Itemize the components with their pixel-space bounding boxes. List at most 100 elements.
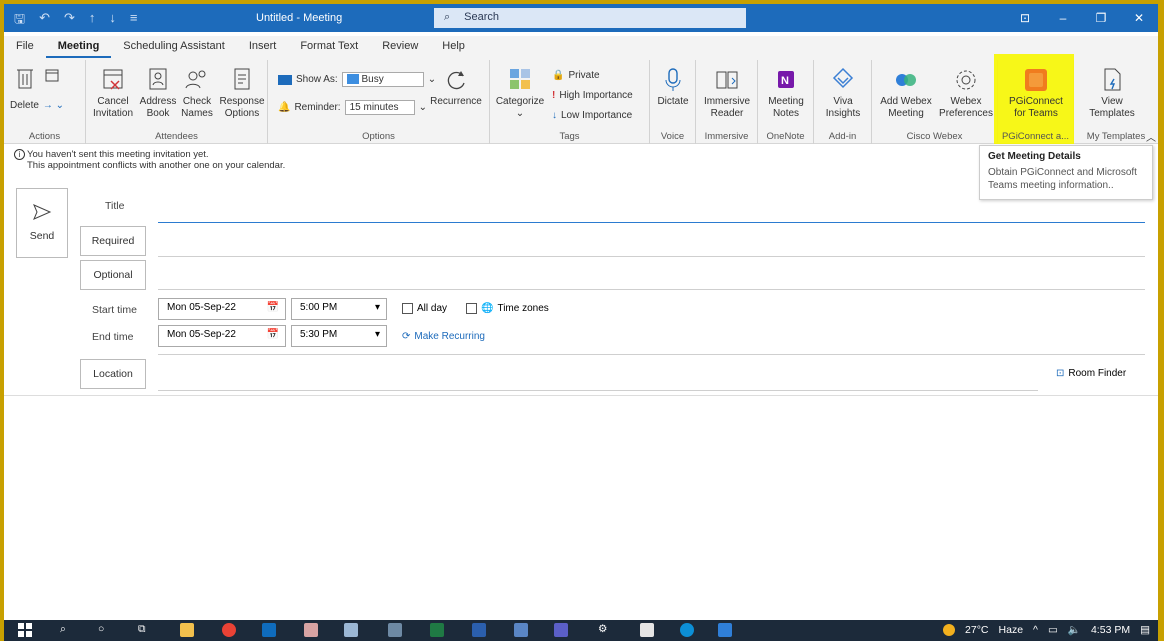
chevron-down-icon[interactable]: ▾ [375,329,380,340]
send-button[interactable]: Send [16,188,68,258]
customize-qat-icon[interactable]: ≡ [130,10,138,32]
tab-review[interactable]: Review [370,36,430,58]
make-recurring-link[interactable]: ⟳ Make Recurring [402,331,485,342]
required-button[interactable]: Required [80,226,146,256]
high-importance-button[interactable]: ! High Importance [552,90,633,101]
location-button[interactable]: Location [80,359,146,389]
high-importance-label: High Importance [559,90,633,101]
weather-condition[interactable]: Haze [999,624,1024,636]
redo-icon[interactable]: ↷ [64,10,75,32]
time-zones-toggle[interactable]: 🌐 Time zones [466,303,549,314]
notepad-icon[interactable] [640,623,654,637]
title-input[interactable] [158,222,1145,223]
edge-icon[interactable] [680,623,694,637]
tab-scheduling-assistant[interactable]: Scheduling Assistant [111,36,237,58]
snipping-tool-icon[interactable] [344,623,358,637]
room-finder-button[interactable]: ⊡ Room Finder [1056,368,1126,379]
group-cisco-webex: Add Webex Meeting Webex Preferences Cisc… [872,60,998,144]
end-time-select[interactable]: 5:30 PM ▾ [291,325,387,347]
immersive-reader-button[interactable]: Immersive Reader [700,66,754,120]
settings-icon[interactable]: ⚙ [598,623,612,637]
temperature[interactable]: 27°C [965,624,988,636]
start-date-input[interactable]: Mon 05-Sep-22 📅 [158,298,286,320]
optional-button[interactable]: Optional [80,260,146,290]
address-book-button[interactable]: Address Book [138,66,178,120]
title-bar: 🖫 ↶ ↷ ↑ ↓ ≡ Untitled - Meeting ⌕ Search … [4,4,1158,32]
search-icon[interactable]: ⌕ [60,623,74,637]
ribbon-display-icon[interactable]: ⊡ [1006,4,1044,32]
response-options-button[interactable]: Response Options [218,66,266,120]
delete-row[interactable]: Delete → ⌄ [10,100,64,111]
message-body[interactable] [4,396,1158,620]
required-input[interactable] [158,256,1145,257]
start-time-select[interactable]: 5:00 PM ▾ [291,298,387,320]
delete-button[interactable] [10,66,40,92]
outlook-icon[interactable] [262,623,276,637]
file-explorer-icon[interactable] [180,623,194,637]
volume-icon[interactable]: 🔈 [1068,623,1081,636]
recurrence-button[interactable]: Recurrence [426,66,486,108]
delete-label: Delete [10,100,39,111]
word-icon[interactable] [472,623,486,637]
view-templates-button[interactable]: View Templates [1082,66,1142,120]
low-importance-button[interactable]: ↓ Low Importance [552,110,632,121]
reminder-select[interactable]: 15 minutes [344,100,415,115]
cancel-invitation-button[interactable]: Cancel Invitation [90,66,136,120]
cancel-label: Cancel [97,96,129,107]
tab-format-text[interactable]: Format Text [288,36,370,58]
location-input[interactable] [158,390,1038,391]
viva-insights-button[interactable]: Viva Insights [818,66,868,120]
clock[interactable]: 4:53 PM [1091,624,1130,636]
calendar-icon[interactable]: 📅 [267,302,279,313]
excel-icon[interactable] [430,623,444,637]
pgiconnect-teams-button[interactable]: PGiConnect for Teams [1002,66,1070,120]
paint-icon[interactable] [304,623,318,637]
calendar-small-icon[interactable] [42,68,62,84]
save-icon[interactable]: 🖫 [14,10,25,32]
ribbon-tabs: File Meeting Scheduling Assistant Insert… [4,36,1158,58]
tab-help[interactable]: Help [430,36,477,58]
search-box[interactable]: ⌕ Search [434,8,746,28]
teams-icon[interactable] [554,623,568,637]
cortana-icon[interactable]: ○ [98,623,112,637]
dictate-button[interactable]: Dictate [653,66,693,108]
chevron-down-icon[interactable]: ▾ [375,302,380,313]
optional-input[interactable] [158,289,1145,290]
down-arrow-icon[interactable]: ↓ [109,10,116,32]
tab-meeting[interactable]: Meeting [45,36,112,58]
end-date-input[interactable]: Mon 05-Sep-22 📅 [158,325,286,347]
add-webex-meeting-button[interactable]: Add Webex Meeting [876,66,936,120]
group-label-cisco-webex: Cisco Webex [906,131,963,142]
check-label-2: Names [181,108,213,119]
notifications-icon[interactable]: ▤ [1140,624,1150,636]
categorize-button[interactable]: Categorize ⌄ [494,66,546,120]
chrome-icon[interactable] [222,623,236,637]
all-day-checkbox[interactable]: All day [402,303,447,314]
up-arrow-icon[interactable]: ↑ [89,10,96,32]
chevron-up-icon[interactable]: ^ [1033,624,1038,636]
tab-insert[interactable]: Insert [237,36,289,58]
busy-swatch [346,74,359,85]
check-label: Check [182,96,212,107]
undo-icon[interactable]: ↶ [39,10,50,32]
task-view-icon[interactable]: ⧉ [138,623,152,637]
webex-preferences-button[interactable]: Webex Preferences [936,66,996,120]
collapse-ribbon-icon[interactable]: ︿ [1146,129,1156,144]
network-icon[interactable]: ▭ [1048,624,1058,636]
calculator-icon[interactable] [388,623,402,637]
info-line-1: You haven't sent this meeting invitation… [27,149,209,160]
meeting-notes-label: Meeting [768,96,804,107]
minimize-button[interactable]: – [1044,4,1082,32]
show-as-select[interactable]: Busy [341,72,424,87]
private-button[interactable]: 🔒 Private [552,70,600,81]
tab-file[interactable]: File [4,36,46,58]
app-icon[interactable] [718,623,732,637]
close-button[interactable]: ✕ [1120,4,1158,32]
check-names-button[interactable]: Check Names [178,66,216,120]
info-bar: i You haven't sent this meeting invitatio… [14,149,285,171]
meeting-notes-button[interactable]: N Meeting Notes [762,66,810,120]
windows-start-icon[interactable] [18,623,32,637]
calendar-icon[interactable]: 📅 [267,329,279,340]
remote-desktop-icon[interactable] [514,623,528,637]
maximize-button[interactable]: ❐ [1082,4,1120,32]
